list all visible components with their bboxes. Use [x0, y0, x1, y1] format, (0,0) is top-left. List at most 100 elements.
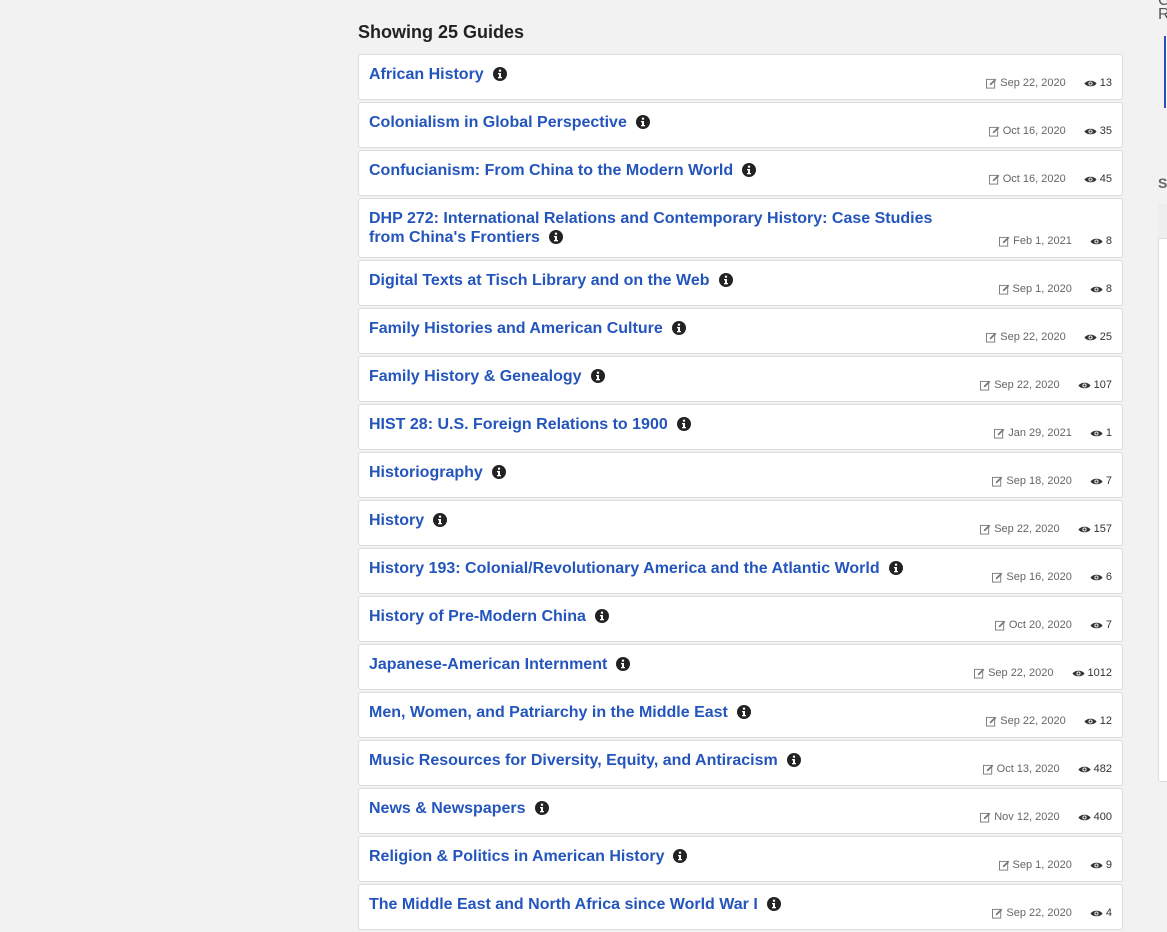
guide-title-link[interactable]: News & Newspapers: [369, 800, 526, 817]
updated-date: Oct 16, 2020: [1002, 173, 1066, 185]
view-count: 6: [1105, 571, 1112, 583]
info-circle-icon[interactable]: [736, 705, 751, 719]
view-count: 12: [1099, 715, 1112, 727]
guide-meta: Sep 16, 2020 6: [992, 571, 1112, 583]
view-count: 4: [1105, 907, 1112, 919]
view-count: 157: [1093, 523, 1112, 535]
updated-date: Sep 22, 2020: [1000, 715, 1066, 727]
guide-row: Religion & Politics in American History S…: [358, 836, 1123, 882]
updated-date: Sep 22, 2020: [994, 379, 1060, 391]
eye-icon: [1090, 861, 1103, 870]
eye-icon: [1090, 477, 1103, 486]
guide-row: Men, Women, and Patriarchy in the Middle…: [358, 692, 1123, 738]
edit-icon: [994, 620, 1006, 631]
guide-title-link[interactable]: Men, Women, and Patriarchy in the Middle…: [369, 704, 728, 721]
updated-date: Sep 22, 2020: [994, 523, 1060, 535]
edit-icon: [998, 284, 1010, 295]
guide-title-link[interactable]: The Middle East and North Africa since W…: [369, 896, 758, 913]
info-circle-icon[interactable]: [742, 163, 757, 177]
guide-row: HIST 28: U.S. Foreign Relations to 1900 J…: [358, 404, 1123, 450]
info-circle-icon[interactable]: [594, 609, 609, 623]
eye-icon: [1090, 429, 1103, 438]
guide-title-link[interactable]: History: [369, 512, 424, 529]
guide-title-link[interactable]: Religion & Politics in American History: [369, 848, 664, 865]
eye-icon: [1090, 573, 1103, 582]
view-count: 482: [1093, 763, 1112, 775]
eye-icon: [1078, 525, 1091, 534]
eye-icon: [1084, 175, 1097, 184]
guide-list: African History Sep 22, 2020 13 Colonialism…: [358, 54, 1123, 932]
info-circle-icon[interactable]: [671, 321, 686, 335]
right-rail-box-header: [1158, 204, 1167, 239]
eye-icon: [1084, 127, 1097, 136]
right-rail-box: [1158, 204, 1167, 782]
guide-meta: Sep 1, 2020 8: [998, 283, 1112, 295]
right-rail-text: R: [1158, 6, 1167, 23]
updated-date: Sep 22, 2020: [988, 667, 1054, 679]
info-circle-icon[interactable]: [616, 657, 631, 671]
guide-title-link[interactable]: Historiography: [369, 464, 483, 481]
view-count: 1012: [1087, 667, 1112, 679]
view-count: 13: [1099, 77, 1112, 89]
updated-date: Oct 13, 2020: [996, 763, 1060, 775]
guide-meta: Oct 16, 2020 35: [988, 125, 1112, 137]
updated-date: Sep 1, 2020: [1012, 283, 1072, 295]
info-circle-icon[interactable]: [492, 67, 507, 81]
info-circle-icon[interactable]: [635, 115, 650, 129]
guide-title-link[interactable]: Confucianism: From China to the Modern W…: [369, 162, 733, 179]
edit-icon: [980, 524, 991, 535]
guide-meta: Sep 22, 2020 157: [980, 523, 1112, 535]
info-circle-icon[interactable]: [548, 230, 563, 244]
updated-date: Sep 22, 2020: [1000, 331, 1066, 343]
view-count: 1: [1105, 427, 1112, 439]
eye-icon: [1090, 909, 1103, 918]
guide-meta: Sep 1, 2020 9: [998, 859, 1112, 871]
guide-row: Music Resources for Diversity, Equity, a…: [358, 740, 1123, 786]
guide-row: History of Pre-Modern China Oct 20, 2020 7: [358, 596, 1123, 642]
info-circle-icon[interactable]: [673, 849, 688, 863]
info-circle-icon[interactable]: [534, 801, 549, 815]
guide-title-link[interactable]: Japanese-American Internment: [369, 656, 607, 673]
updated-date: Sep 1, 2020: [1012, 859, 1072, 871]
eye-icon: [1090, 285, 1103, 294]
view-count: 8: [1105, 283, 1112, 295]
guide-title-link[interactable]: History 193: Colonial/Revolutionary Amer…: [369, 560, 880, 577]
info-circle-icon[interactable]: [888, 561, 903, 575]
guide-meta: Sep 22, 2020 4: [992, 907, 1112, 919]
guide-title-link[interactable]: Family Histories and American Culture: [369, 320, 663, 337]
guide-meta: Feb 1, 2021 8: [999, 235, 1112, 247]
guide-title-link[interactable]: Digital Texts at Tisch Library and on th…: [369, 272, 710, 289]
info-circle-icon[interactable]: [433, 513, 448, 527]
guide-title-link[interactable]: History of Pre-Modern China: [369, 608, 586, 625]
info-circle-icon[interactable]: [718, 273, 733, 287]
guide-title-link[interactable]: Colonialism in Global Perspective: [369, 114, 627, 131]
guide-title-link[interactable]: HIST 28: U.S. Foreign Relations to 1900: [369, 416, 668, 433]
eye-icon: [1084, 333, 1097, 342]
edit-icon: [999, 236, 1010, 247]
info-circle-icon[interactable]: [676, 417, 691, 431]
edit-icon: [980, 812, 991, 823]
guide-title-link[interactable]: African History: [369, 66, 484, 83]
eye-icon: [1071, 669, 1085, 678]
guide-title-link[interactable]: DHP 272: International Relations and Con…: [369, 210, 932, 246]
guide-meta: Oct 16, 2020 45: [988, 173, 1112, 185]
info-circle-icon[interactable]: [590, 369, 605, 383]
guide-row: Japanese-American Internment Sep 22, 2020…: [358, 644, 1123, 690]
info-circle-icon[interactable]: [491, 465, 506, 479]
info-circle-icon[interactable]: [786, 753, 801, 767]
updated-date: Sep 22, 2020: [1006, 907, 1072, 919]
info-circle-icon[interactable]: [766, 897, 781, 911]
view-count: 8: [1105, 235, 1112, 247]
view-count: 107: [1093, 379, 1112, 391]
eye-icon: [1078, 765, 1091, 774]
guide-title-link[interactable]: Family History & Genealogy: [369, 368, 582, 385]
eye-icon: [1078, 813, 1091, 822]
guide-meta: Sep 22, 2020 13: [986, 77, 1112, 89]
guide-title-link[interactable]: Music Resources for Diversity, Equity, a…: [369, 752, 778, 769]
edit-icon: [986, 78, 997, 89]
updated-date: Jan 29, 2021: [1008, 427, 1072, 439]
guide-row: African History Sep 22, 2020 13: [358, 54, 1123, 100]
guide-meta: Sep 22, 2020 25: [986, 331, 1112, 343]
edit-icon: [986, 332, 997, 343]
edit-icon: [994, 428, 1005, 439]
